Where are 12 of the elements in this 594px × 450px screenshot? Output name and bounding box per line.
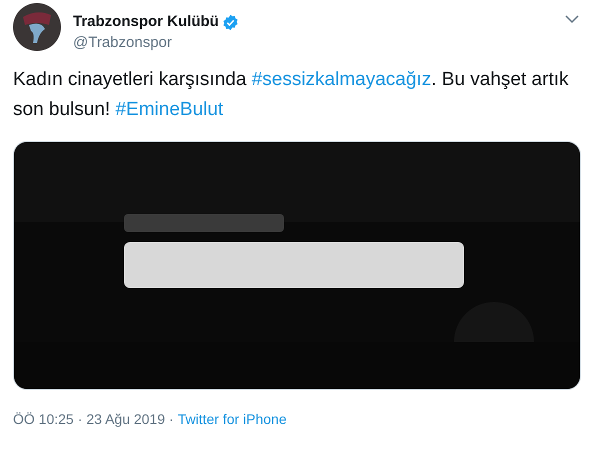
author-handle[interactable]: @Trabzonspor [73, 33, 239, 53]
tweet-time[interactable]: ÖÖ 10:25 [13, 410, 74, 428]
tweet-text: Kadın cinayetleri karşısında #sessizkalmayacağız. Bu vahşet artık son bulsun! #EmineBulut [13, 68, 570, 122]
separator: · [169, 410, 174, 428]
author-name[interactable]: Trabzonspor Kulübü [73, 12, 219, 32]
tweet-date[interactable]: 23 Ağu 2019 [86, 410, 166, 428]
hashtag-link[interactable]: #sessizkalmayacağız [252, 69, 432, 90]
source-link[interactable]: Twitter for iPhone [178, 410, 287, 428]
hashtag-link[interactable]: #EmineBulut [115, 99, 224, 120]
separator: · [78, 410, 82, 428]
avatar-icon[interactable] [13, 3, 61, 51]
caret-icon[interactable] [565, 15, 579, 24]
